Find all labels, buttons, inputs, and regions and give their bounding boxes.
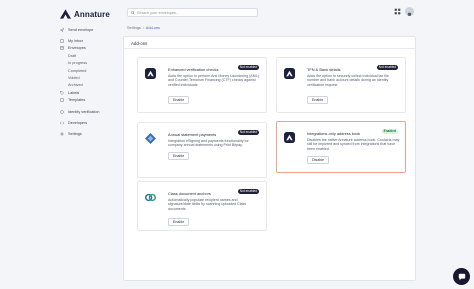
addon-card-integrations-only-address-book: Integrations-only address book Enabled D…	[276, 121, 406, 173]
card-description: Adds the option to perform Anti Money La…	[168, 73, 259, 87]
sidebar-item-developers[interactable]: Developers	[60, 119, 120, 126]
chat-icon	[458, 273, 465, 280]
breadcrumb: Settings / Add-ons	[127, 26, 160, 30]
sidebar-item-label: Completed	[68, 68, 87, 73]
sidebar-item-label: Identity verification	[68, 109, 100, 114]
disable-button[interactable]: Disable	[307, 156, 329, 164]
class-logo-icon	[145, 193, 156, 202]
card-title: Annual statement payments	[168, 132, 217, 137]
sidebar-item-archived[interactable]: Archived	[60, 82, 120, 89]
tag-icon	[60, 91, 64, 95]
annature-logo-icon	[60, 9, 71, 19]
card-description: Adds the option to securely collect indi…	[307, 73, 389, 87]
user-avatar-icon	[407, 12, 412, 16]
addon-card-class-document-anchors: Class document anchors Not enabled Autom…	[137, 181, 267, 231]
breadcrumb-separator: /	[142, 26, 144, 30]
panel-title: Add-ons	[124, 37, 415, 49]
card-description: Disables the native Annature address boo…	[307, 137, 400, 151]
annature-logo-icon	[284, 68, 295, 79]
send-icon	[60, 27, 64, 32]
code-icon	[60, 121, 64, 125]
enable-button[interactable]: Enable	[307, 96, 329, 104]
sidebar-item-envelopes[interactable]: Envelopes	[60, 45, 120, 52]
addon-card-tfn-bank-details: TFN & Bank details Not enabled Adds the …	[276, 57, 406, 113]
status-badge: Not enabled	[237, 130, 259, 135]
sidebar-item-label: Labels	[68, 90, 80, 95]
card-title: Integrations-only address book	[307, 131, 361, 136]
search-icon	[131, 10, 135, 15]
enable-button[interactable]: Enable	[168, 96, 190, 104]
diamond-logo-icon	[145, 133, 156, 144]
status-badge: Not enabled	[237, 65, 259, 70]
addon-card-annual-statement-payments: Annual statement payments Not enabled In…	[137, 122, 267, 178]
card-title: Enhanced verification checks	[168, 67, 219, 72]
sidebar-item-labels[interactable]: Labels	[60, 89, 120, 96]
sidebar-item-label: Developers	[68, 120, 88, 125]
sidebar-item-completed[interactable]: Completed	[60, 67, 120, 74]
gear-icon	[60, 132, 64, 137]
sidebar-item-draft[interactable]: Draft	[60, 52, 120, 59]
sidebar-item-templates[interactable]: Templates	[60, 97, 120, 104]
identity-icon	[60, 109, 64, 114]
status-badge: Enabled	[381, 129, 398, 134]
sidebar-item-identity-verification[interactable]: Identity verification	[60, 108, 120, 115]
card-title: Class document anchors	[168, 191, 211, 196]
sidebar-item-voided[interactable]: Voided	[60, 74, 120, 81]
sidebar-nav: Send envelope My inbox Envelopes Draft I…	[60, 26, 120, 138]
card-description: Integration eSigning and payments functi…	[168, 138, 249, 148]
sidebar-item-in-progress[interactable]: In progress	[60, 60, 120, 67]
sidebar-item-settings[interactable]: Settings	[60, 131, 120, 138]
envelope-icon	[60, 47, 64, 50]
addon-card-enhanced-verification: Enhanced verification checks Not enabled…	[137, 57, 267, 113]
sidebar-item-label: In progress	[68, 61, 87, 66]
add-ons-panel: Add-ons Enhanced verification checks Not…	[123, 36, 416, 281]
sidebar-item-label: My inbox	[68, 39, 84, 44]
annature-logo-icon	[284, 132, 295, 143]
annature-logo-icon	[145, 68, 156, 79]
top-bar	[120, 0, 474, 22]
inbox-icon	[60, 39, 64, 43]
status-badge: Not enabled	[376, 65, 398, 70]
apps-grid-icon[interactable]	[394, 8, 401, 15]
sidebar-item-my-inbox[interactable]: My inbox	[60, 37, 120, 44]
sidebar-item-label: Archived	[68, 83, 83, 88]
search-input[interactable]	[137, 10, 247, 15]
status-badge: Not enabled	[237, 189, 259, 194]
search-bar[interactable]	[127, 8, 258, 17]
sidebar-item-label: Envelopes	[68, 46, 86, 51]
card-description: Automatically populate recipient names a…	[168, 197, 247, 211]
sidebar-item-label: Send envelope	[68, 27, 94, 32]
sidebar-item-label: Templates	[68, 98, 86, 103]
avatar[interactable]	[405, 7, 414, 16]
sidebar-item-send-envelope[interactable]: Send envelope	[60, 26, 120, 33]
sidebar-item-label: Settings	[68, 132, 82, 137]
sidebar-item-label: Draft	[68, 53, 77, 58]
template-icon	[60, 98, 64, 103]
sidebar-item-label: Voided	[68, 76, 80, 81]
sidebar: Annature Send envelope My inbox Envelope…	[0, 0, 120, 289]
card-title: TFN & Bank details	[307, 67, 341, 72]
breadcrumb-add-ons[interactable]: Add-ons	[146, 26, 160, 30]
brand-name: Annature	[74, 9, 110, 19]
chat-launcher-button[interactable]	[453, 268, 470, 285]
enable-button[interactable]: Enable	[168, 218, 190, 226]
breadcrumb-settings[interactable]: Settings	[127, 26, 141, 30]
brand-logo[interactable]: Annature	[60, 9, 110, 19]
enable-button[interactable]: Enable	[168, 152, 190, 160]
